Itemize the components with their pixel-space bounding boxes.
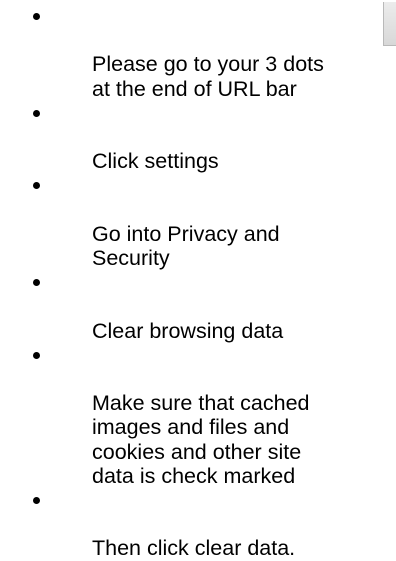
bullet-icon [33, 13, 40, 20]
instruction-text: Clear browsing data [92, 318, 284, 343]
instruction-list: Please go to your 3 dots at the end of U… [0, 4, 392, 561]
bullet-icon [33, 497, 40, 505]
instruction-text: Make sure that cached images and files a… [92, 391, 310, 488]
bullet-icon [33, 351, 40, 359]
bullet-icon [33, 109, 40, 117]
instruction-text: Click settings [92, 149, 219, 174]
bullet-icon [33, 279, 40, 287]
instruction-item-privacy: Go into Privacy and Security [0, 173, 392, 270]
instruction-item-checkmarks: Make sure that cached images and files a… [0, 343, 392, 488]
instruction-item-clear-browsing: Clear browsing data [0, 270, 392, 343]
instruction-text: Please go to your 3 dots at the end of U… [92, 52, 324, 101]
instruction-item-menu: Please go to your 3 dots at the end of U… [0, 4, 392, 101]
instruction-text: Then click clear data. [92, 536, 296, 561]
instruction-item-clear-data: Then click clear data. [0, 488, 392, 561]
bullet-icon [33, 182, 40, 190]
instruction-text: Go into Privacy and Security [92, 221, 280, 271]
instruction-item-settings: Click settings [0, 101, 392, 174]
instruction-page: Please go to your 3 dots at the end of U… [0, 0, 396, 560]
